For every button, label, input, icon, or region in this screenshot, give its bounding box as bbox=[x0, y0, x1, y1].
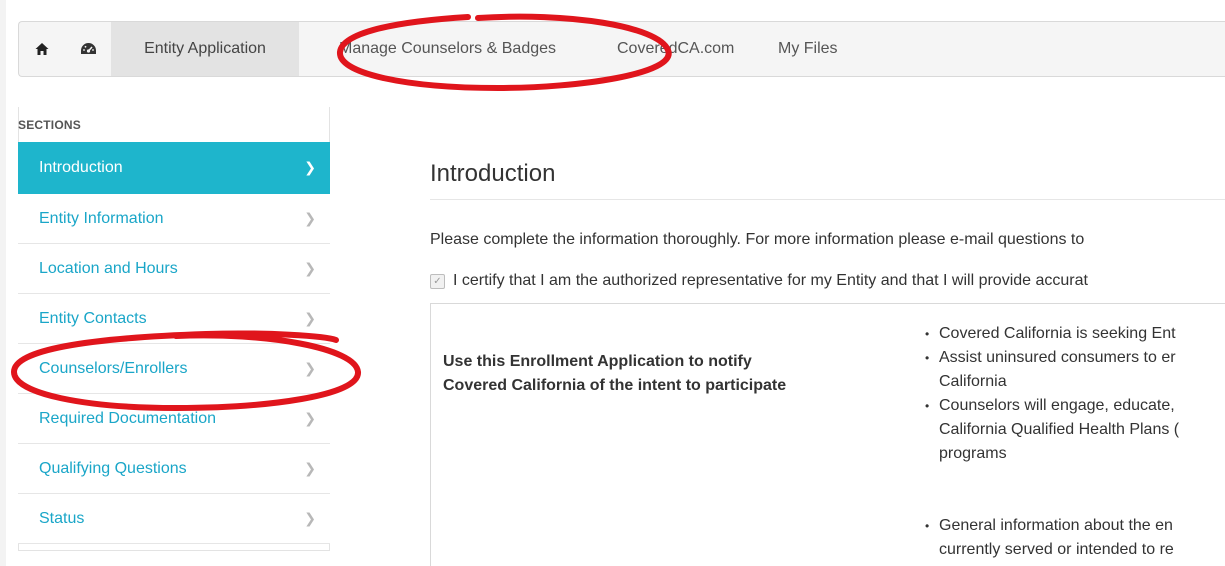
chevron-right-icon: ❯ bbox=[304, 510, 316, 527]
bullet-spacer bbox=[925, 466, 1225, 514]
nav-home[interactable] bbox=[19, 22, 65, 76]
sidebar-item-label: Entity Information bbox=[39, 209, 164, 227]
sidebar-item-label: Entity Contacts bbox=[39, 309, 147, 327]
sidebar-item-status[interactable]: Status ❯ bbox=[18, 494, 330, 544]
chevron-right-icon: ❯ bbox=[304, 360, 316, 377]
bullet-line: California bbox=[939, 373, 1007, 390]
bullet-item: Counselors will engage, educate, Califor… bbox=[925, 394, 1225, 466]
bullet-line: currently served or intended to re bbox=[939, 541, 1174, 558]
info-box-heading: Use this Enrollment Application to notif… bbox=[443, 350, 863, 398]
info-box-heading-line: Covered California of the intent to part… bbox=[443, 377, 787, 394]
certify-row: ✓ I certify that I am the authorized rep… bbox=[430, 272, 1088, 290]
dashboard-icon bbox=[80, 43, 96, 54]
sidebar-item-label: Introduction bbox=[39, 158, 123, 176]
sidebar-item-counselors-enrollers[interactable]: Counselors/Enrollers ❯ bbox=[18, 344, 330, 394]
nav-entity-application[interactable]: Entity Application bbox=[111, 22, 299, 76]
chevron-right-icon: ❯ bbox=[304, 210, 316, 227]
bullet-line: Assist uninsured consumers to er bbox=[939, 349, 1176, 366]
title-divider bbox=[430, 199, 1225, 200]
chevron-right-icon: ❯ bbox=[304, 260, 316, 277]
sidebar-item-label: Status bbox=[39, 509, 85, 527]
page-title: Introduction bbox=[430, 160, 556, 187]
info-box-heading-line: Use this Enrollment Application to notif… bbox=[443, 353, 752, 370]
bullet-item: Covered California is seeking Ent bbox=[925, 322, 1225, 346]
bullet-item: Assist uninsured consumers to er Califor… bbox=[925, 346, 1225, 394]
sidebar-item-qualifying-questions[interactable]: Qualifying Questions ❯ bbox=[18, 444, 330, 494]
chevron-right-icon: ❯ bbox=[304, 159, 316, 176]
certify-checkbox[interactable]: ✓ bbox=[430, 273, 445, 289]
certify-text: I certify that I am the authorized repre… bbox=[453, 272, 1088, 289]
nav-coveredca[interactable]: CoveredCA.com bbox=[596, 22, 762, 76]
chevron-right-icon: ❯ bbox=[304, 310, 316, 327]
bullet-line: Covered California is seeking Ent bbox=[939, 325, 1176, 342]
sidebar-item-label: Required Documentation bbox=[39, 409, 216, 427]
home-icon bbox=[35, 43, 49, 55]
bullet-line: Counselors will engage, educate, bbox=[939, 397, 1175, 414]
chevron-right-icon: ❯ bbox=[304, 410, 316, 427]
sidebar-item-introduction[interactable]: Introduction ❯ bbox=[18, 142, 330, 194]
nav-manage-counselors-badges[interactable]: Manage Counselors & Badges bbox=[299, 22, 596, 76]
chevron-right-icon: ❯ bbox=[304, 460, 316, 477]
sidebar-item-label: Counselors/Enrollers bbox=[39, 359, 188, 377]
sidebar-item-entity-contacts[interactable]: Entity Contacts ❯ bbox=[18, 294, 330, 344]
sidebar-item-entity-information[interactable]: Entity Information ❯ bbox=[18, 194, 330, 244]
intro-text: Please complete the information thorough… bbox=[430, 231, 1085, 248]
sidebar-heading: SECTIONS bbox=[18, 118, 81, 132]
info-bullets: Covered California is seeking Ent Assist… bbox=[925, 322, 1225, 562]
nav-my-files[interactable]: My Files bbox=[762, 22, 856, 76]
sidebar-item-required-documentation[interactable]: Required Documentation ❯ bbox=[18, 394, 330, 444]
nav-dashboard[interactable] bbox=[65, 22, 111, 76]
left-edge-strip bbox=[0, 0, 6, 566]
top-navbar: Entity Application Manage Counselors & B… bbox=[18, 21, 1225, 77]
bullet-line: General information about the en bbox=[939, 517, 1173, 534]
sidebar-item-label: Location and Hours bbox=[39, 259, 178, 277]
checkbox-check-icon: ✓ bbox=[433, 275, 442, 287]
sidebar-item-location-hours[interactable]: Location and Hours ❯ bbox=[18, 244, 330, 294]
bullet-item: General information about the en current… bbox=[925, 514, 1225, 562]
sidebar-item-label: Qualifying Questions bbox=[39, 459, 187, 477]
bullet-line: California Qualified Health Plans ( bbox=[939, 421, 1180, 438]
sidebar-menu: Introduction ❯ Entity Information ❯ Loca… bbox=[18, 142, 330, 544]
bullet-line: programs bbox=[939, 445, 1007, 462]
